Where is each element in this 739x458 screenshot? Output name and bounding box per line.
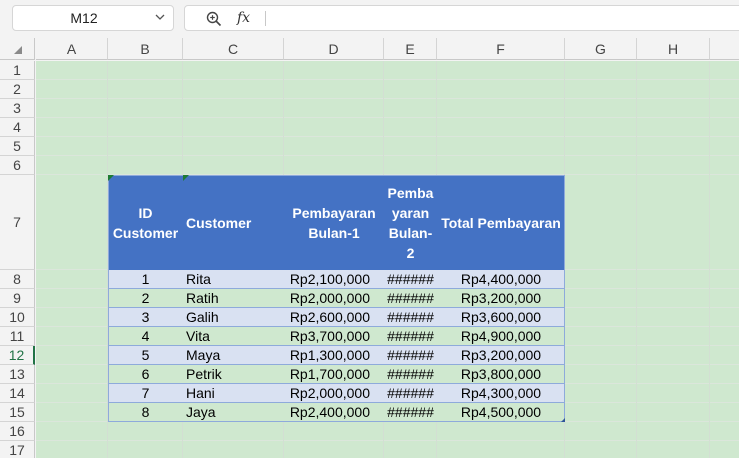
row-header-15[interactable]: 15 [0,403,35,422]
formula-input[interactable]: fx [184,5,739,31]
column-header-f[interactable]: F [437,38,565,60]
cell-bulan2[interactable]: ###### [384,346,437,365]
cell-customer[interactable]: Rita [183,270,284,289]
header-total: Total Pembayaran [437,175,565,270]
header-id: ID Customer [108,175,183,270]
cell-total[interactable]: Rp3,200,000 [437,346,565,365]
formula-separator [265,11,266,26]
cell-bulan1[interactable]: Rp2,000,000 [284,289,384,308]
row-header-10[interactable]: 10 [0,308,35,327]
cell-customer[interactable]: Ratih [183,289,284,308]
cell-customer[interactable]: Petrik [183,365,284,384]
select-all-corner[interactable] [0,38,35,60]
row-header-12[interactable]: 12 [0,346,35,365]
cell-customer[interactable]: Hani [183,384,284,403]
cell-bulan1[interactable]: Rp3,700,000 [284,327,384,346]
cell-bulan1[interactable]: Rp1,700,000 [284,365,384,384]
row-gridline [36,79,739,80]
column-header-a[interactable]: A [36,38,108,60]
select-all-icon[interactable] [14,46,22,54]
cell-bulan2[interactable]: ###### [384,403,437,422]
row-gridline [36,440,739,441]
column-header-b[interactable]: B [108,38,183,60]
cell-total[interactable]: Rp4,300,000 [437,384,565,403]
header-customer: Customer [183,175,284,270]
error-indicator-icon [108,175,114,181]
table-resize-handle[interactable] [561,418,565,422]
cell-id[interactable]: 8 [108,403,183,422]
cell-bulan1[interactable]: Rp2,000,000 [284,384,384,403]
cell-total[interactable]: Rp3,600,000 [437,308,565,327]
row-header-13[interactable]: 13 [0,365,35,384]
cell-bulan2[interactable]: ###### [384,289,437,308]
cell-id[interactable]: 4 [108,327,183,346]
cell-bulan1[interactable]: Rp1,300,000 [284,346,384,365]
row-header-8[interactable]: 8 [0,270,35,289]
column-header-d[interactable]: D [284,38,384,60]
cell-customer[interactable]: Jaya [183,403,284,422]
column-gridline [636,61,637,458]
zoom-icon[interactable] [205,10,223,28]
row-header-1[interactable]: 1 [0,61,35,80]
row-header-16[interactable]: 16 [0,422,35,441]
name-box-value: M12 [70,10,98,26]
row-header-17[interactable]: 17 [0,441,35,458]
cell-total[interactable]: Rp4,500,000 [437,403,565,422]
row-header-6[interactable]: 6 [0,156,35,175]
cell-bulan2[interactable]: ###### [384,384,437,403]
column-header-h[interactable]: H [637,38,710,60]
cell-id[interactable]: 5 [108,346,183,365]
error-indicator-icon [183,175,189,181]
cell-bulan1[interactable]: Rp2,600,000 [284,308,384,327]
header-bulan2: Pemba yaran Bulan- 2 [384,175,437,270]
row-gridline [36,155,739,156]
cell-id[interactable]: 7 [108,384,183,403]
cell-bulan2[interactable]: ###### [384,270,437,289]
row-gridline [36,98,739,99]
row-gridline [36,117,739,118]
column-header-e[interactable]: E [384,38,437,60]
cell-id[interactable]: 3 [108,308,183,327]
worksheet-grid[interactable]: ABCDEFGH 1 2 3 4 5 6 7 8 9 10 11 12 13 14 15 16 17 ID Cu… [0,38,739,458]
row-header-9[interactable]: 9 [0,289,35,308]
row-header-7[interactable]: 7 [0,175,35,270]
row-header-2[interactable]: 2 [0,80,35,99]
cell-bulan1[interactable]: Rp2,400,000 [284,403,384,422]
cell-customer[interactable]: Vita [183,327,284,346]
row-header-11[interactable]: 11 [0,327,35,346]
cell-id[interactable]: 2 [108,289,183,308]
function-icon[interactable]: fx [237,8,250,28]
cell-area[interactable]: ID Customer Customer Pembayaran Bulan-1 Pem… [36,61,739,458]
cell-bulan1[interactable]: Rp2,100,000 [284,270,384,289]
column-header-c[interactable]: C [183,38,284,60]
cell-id[interactable]: 6 [108,365,183,384]
formula-bar: M12 fx [0,0,739,38]
cell-total[interactable]: Rp3,800,000 [437,365,565,384]
header-bulan1: Pembayaran Bulan-1 [284,175,384,270]
row-gridline [36,136,739,137]
chevron-down-icon[interactable] [155,12,165,22]
cell-customer[interactable]: Maya [183,346,284,365]
name-box[interactable]: M12 [12,5,174,31]
column-gridline [709,61,710,458]
column-header-overflow[interactable] [710,38,739,60]
cell-total[interactable]: Rp3,200,000 [437,289,565,308]
row-header-3[interactable]: 3 [0,99,35,118]
cell-bulan2[interactable]: ###### [384,365,437,384]
row-header-5[interactable]: 5 [0,137,35,156]
cell-total[interactable]: Rp4,400,000 [437,270,565,289]
cell-bulan2[interactable]: ###### [384,308,437,327]
row-header-14[interactable]: 14 [0,384,35,403]
row-header-4[interactable]: 4 [0,118,35,137]
column-header-g[interactable]: G [565,38,637,60]
cell-total[interactable]: Rp4,900,000 [437,327,565,346]
cell-bulan2[interactable]: ###### [384,327,437,346]
cell-id[interactable]: 1 [108,270,183,289]
cell-customer[interactable]: Galih [183,308,284,327]
